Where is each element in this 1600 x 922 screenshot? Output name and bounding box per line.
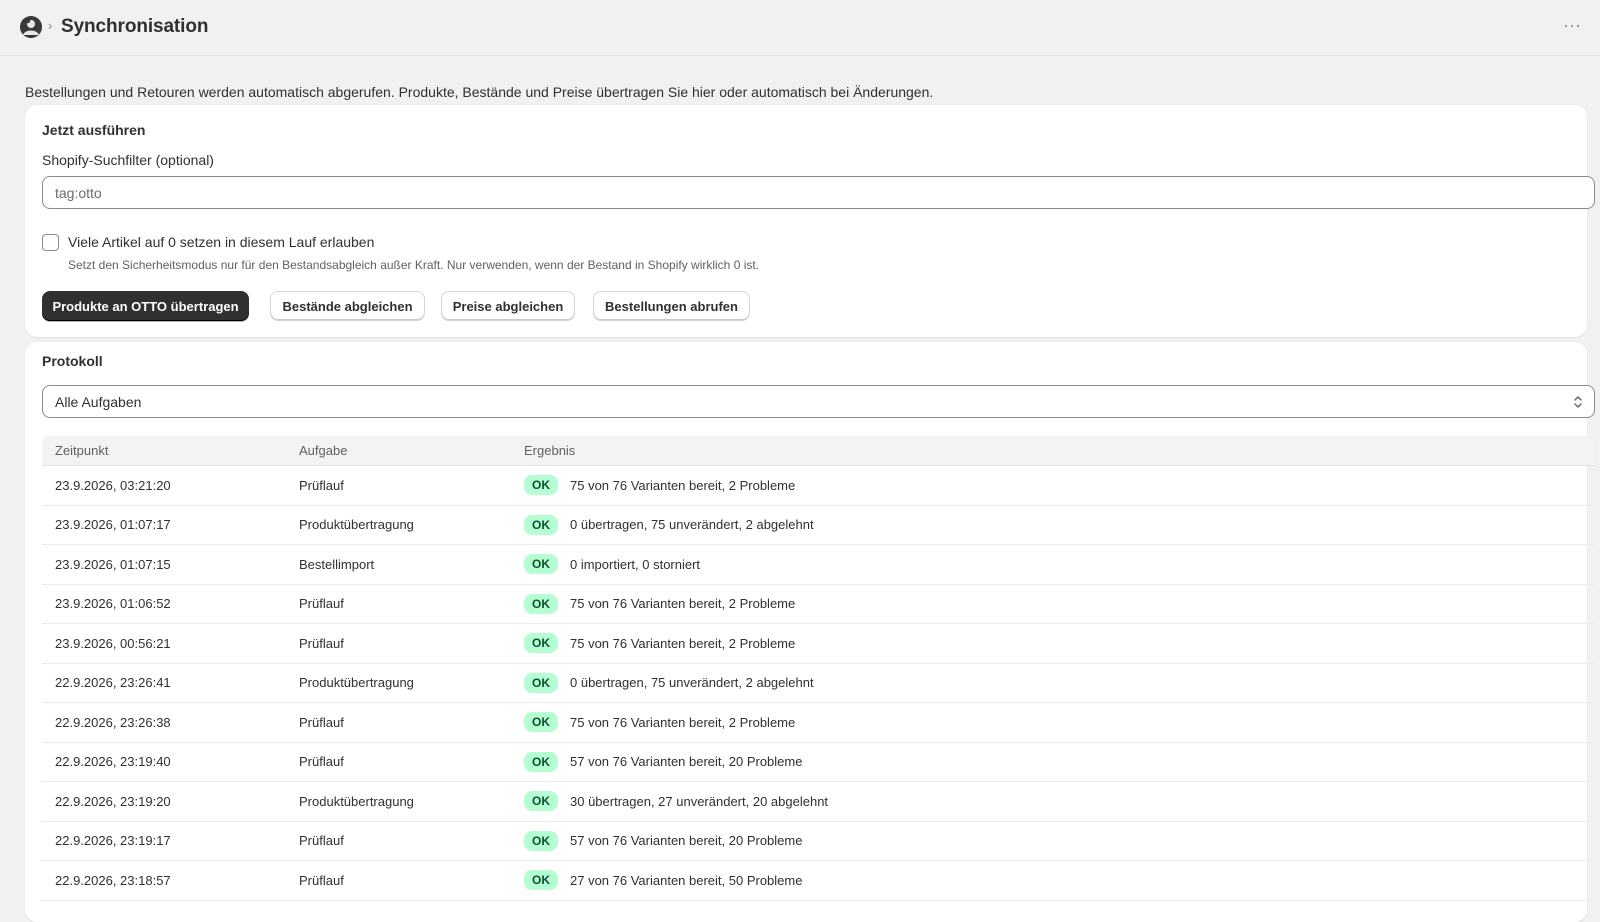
row-result-cell: OK 27 von 76 Varianten bereit, 50 Problem… <box>524 870 1595 891</box>
row-task: Prüflauf <box>299 872 344 888</box>
search-filter-input[interactable] <box>42 176 1595 209</box>
row-task: Produktübertragung <box>299 793 414 809</box>
row-result-cell: OK 75 von 76 Varianten bereit, 2 Probleme <box>524 475 1595 496</box>
row-result: 0 übertragen, 75 unverändert, 2 abgelehn… <box>570 675 814 691</box>
row-time: 23.9.2026, 03:21:20 <box>55 477 171 493</box>
row-result: 75 von 76 Varianten bereit, 2 Probleme <box>570 714 796 730</box>
row-result-cell: OK 75 von 76 Varianten bereit, 2 Probleme <box>524 633 1595 654</box>
row-time: 23.9.2026, 00:56:21 <box>55 635 171 651</box>
row-time: 22.9.2026, 23:19:20 <box>55 793 171 809</box>
row-result: 30 übertragen, 27 unverändert, 20 abgele… <box>570 793 829 809</box>
table-row: 22.9.2026, 23:26:38 Prüflauf OK 75 von 76 V… <box>42 703 1595 743</box>
row-result: 57 von 76 Varianten bereit, 20 Probleme <box>570 754 803 770</box>
ellipsis-icon[interactable]: ··· <box>1558 16 1586 38</box>
column-header-time: Zeitpunkt <box>55 443 109 458</box>
row-task: Produktübertragung <box>299 517 414 533</box>
top-bar: › Synchronisation ··· <box>0 0 1600 56</box>
sync-stock-button[interactable]: Bestände abgleichen <box>270 291 425 321</box>
allow-zero-label[interactable]: Viele Artikel auf 0 setzen in diesem Lau… <box>68 234 374 250</box>
log-table: Zeitpunkt Aufgabe Ergebnis 23.9.2026, 03… <box>42 436 1595 901</box>
chevron-right-icon: › <box>48 18 53 33</box>
row-task: Prüflauf <box>299 754 344 770</box>
row-result-cell: OK 57 von 76 Varianten bereit, 20 Problem… <box>524 751 1595 772</box>
status-badge: OK <box>524 751 558 772</box>
row-task: Prüflauf <box>299 833 344 849</box>
row-task: Prüflauf <box>299 477 344 493</box>
page-title: Synchronisation <box>61 16 209 37</box>
row-result: 75 von 76 Varianten bereit, 2 Probleme <box>570 635 796 651</box>
status-badge: OK <box>524 712 558 733</box>
row-time: 22.9.2026, 23:26:41 <box>55 675 171 691</box>
status-badge: OK <box>524 554 558 575</box>
task-filter-select[interactable]: Alle Aufgaben <box>42 385 1595 418</box>
table-row: 22.9.2026, 23:19:40 Prüflauf OK 57 von 76 V… <box>42 743 1595 782</box>
row-task: Bestellimport <box>299 556 375 572</box>
row-result-cell: OK 75 von 76 Varianten bereit, 2 Probleme <box>524 712 1595 733</box>
row-result-cell: OK 0 übertragen, 75 unverändert, 2 abgele… <box>524 514 1595 535</box>
row-task: Produktübertragung <box>299 675 414 691</box>
status-badge: OK <box>524 870 558 891</box>
run-now-title: Jetzt ausführen <box>42 122 146 138</box>
table-row: 23.9.2026, 01:07:17 Produktübertragung OK 0… <box>42 506 1595 545</box>
log-title: Protokoll <box>42 353 103 369</box>
row-time: 23.9.2026, 01:07:15 <box>55 556 171 572</box>
row-result-cell: OK 30 übertragen, 27 unverändert, 20 abge… <box>524 791 1595 812</box>
filter-label: Shopify-Suchfilter (optional) <box>42 152 214 168</box>
app-logo-icon[interactable] <box>20 16 42 38</box>
table-row: 23.9.2026, 01:06:52 Prüflauf OK 75 von 76 V… <box>42 585 1595 624</box>
row-time: 23.9.2026, 01:06:52 <box>55 596 171 612</box>
status-badge: OK <box>524 672 558 693</box>
row-result-cell: OK 0 übertragen, 75 unverändert, 2 abgele… <box>524 672 1595 693</box>
table-row: 22.9.2026, 23:19:17 Prüflauf OK 57 von 76 V… <box>42 822 1595 861</box>
allow-zero-checkbox[interactable] <box>42 234 59 251</box>
run-now-card: Jetzt ausführen Shopify-Suchfilter (opti… <box>25 105 1595 337</box>
status-badge: OK <box>524 830 558 851</box>
status-badge: OK <box>524 475 558 496</box>
column-header-task: Aufgabe <box>299 443 348 458</box>
row-result: 0 importiert, 0 storniert <box>570 556 701 572</box>
row-task: Prüflauf <box>299 714 344 730</box>
status-badge: OK <box>524 514 558 535</box>
log-card: Protokoll Alle Aufgaben Zeitpunkt Aufgab… <box>25 342 1595 922</box>
sync-prices-button[interactable]: Preise abgleichen <box>441 291 575 321</box>
row-time: 22.9.2026, 23:18:57 <box>55 872 171 888</box>
status-badge: OK <box>524 791 558 812</box>
table-row: 22.9.2026, 23:19:20 Produktübertragung OK 3… <box>42 782 1595 822</box>
task-filter-value: Alle Aufgaben <box>55 393 142 410</box>
row-time: 23.9.2026, 01:07:17 <box>55 517 171 533</box>
table-row: 22.9.2026, 23:18:57 Prüflauf OK 27 von 76 V… <box>42 861 1595 901</box>
push-products-button[interactable]: Produkte an OTTO übertragen <box>42 291 249 321</box>
row-result: 0 übertragen, 75 unverändert, 2 abgelehn… <box>570 517 814 533</box>
row-time: 22.9.2026, 23:19:40 <box>55 754 171 770</box>
select-arrows-icon <box>1574 396 1582 408</box>
status-badge: OK <box>524 593 558 614</box>
row-result: 75 von 76 Varianten bereit, 2 Probleme <box>570 477 796 493</box>
table-row: 22.9.2026, 23:26:41 Produktübertragung OK 0… <box>42 664 1595 703</box>
row-task: Prüflauf <box>299 596 344 612</box>
allow-zero-help-text: Setzt den Sicherheitsmodus nur für den B… <box>68 258 760 272</box>
row-result-cell: OK 75 von 76 Varianten bereit, 2 Probleme <box>524 593 1595 614</box>
row-result-cell: OK 57 von 76 Varianten bereit, 20 Problem… <box>524 830 1595 851</box>
row-result: 75 von 76 Varianten bereit, 2 Probleme <box>570 596 796 612</box>
table-header: Zeitpunkt Aufgabe Ergebnis <box>42 436 1595 466</box>
column-header-result: Ergebnis <box>524 443 576 458</box>
table-row: 23.9.2026, 01:07:15 Bestellimport OK 0 impo… <box>42 545 1595 585</box>
status-badge: OK <box>524 633 558 654</box>
row-task: Prüflauf <box>299 635 344 651</box>
row-result: 27 von 76 Varianten bereit, 50 Probleme <box>570 872 803 888</box>
row-result-cell: OK 0 importiert, 0 storniert <box>524 554 1595 575</box>
table-row: 23.9.2026, 00:56:21 Prüflauf OK 75 von 76 V… <box>42 624 1595 664</box>
table-row: 23.9.2026, 03:21:20 Prüflauf OK 75 von 76 V… <box>42 466 1595 506</box>
table-body: 23.9.2026, 03:21:20 Prüflauf OK 75 von 76 V… <box>42 466 1595 901</box>
row-result: 57 von 76 Varianten bereit, 20 Probleme <box>570 833 803 849</box>
row-time: 22.9.2026, 23:19:17 <box>55 833 171 849</box>
row-time: 22.9.2026, 23:26:38 <box>55 714 171 730</box>
intro-text: Bestellungen und Retouren werden automat… <box>25 84 934 100</box>
fetch-orders-button[interactable]: Bestellungen abrufen <box>593 291 750 321</box>
